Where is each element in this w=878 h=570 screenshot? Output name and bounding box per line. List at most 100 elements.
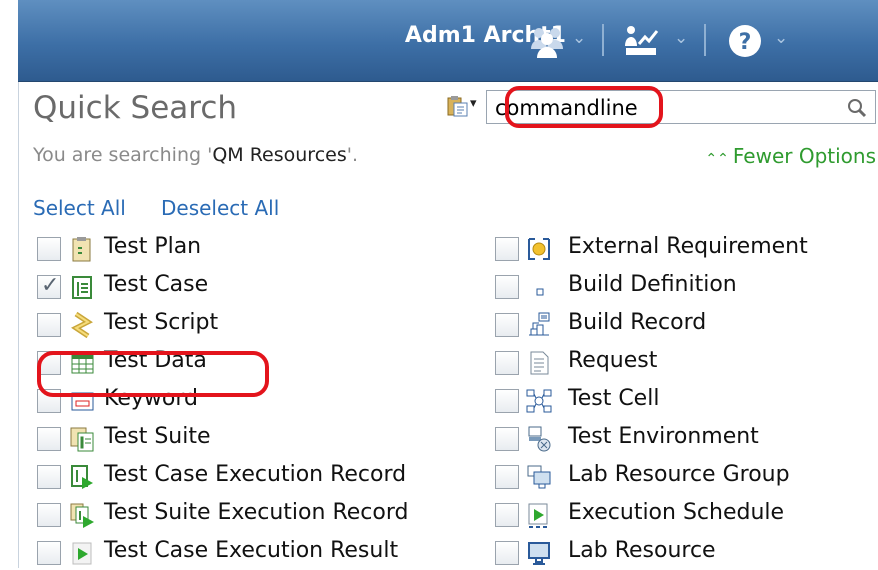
- option-test-case-execution-result[interactable]: Test Case Execution Result: [37, 536, 477, 570]
- option-label: Lab Resource: [568, 538, 716, 563]
- option-request[interactable]: Request: [495, 346, 875, 380]
- request-icon: [530, 351, 549, 375]
- option-test-cell[interactable]: Test Cell: [495, 384, 875, 418]
- svg-text:?: ?: [739, 30, 752, 55]
- test-case-execution-record-icon: [71, 465, 93, 489]
- option-label: Lab Resource Group: [568, 462, 790, 487]
- test-suite-execution-record-checkbox[interactable]: [37, 503, 61, 527]
- lab-resource-group-icon: [527, 465, 551, 489]
- header-bar: Adm1 Archt1 ⌄ ⌄ ? ⌄: [18, 0, 878, 82]
- test-script-checkbox[interactable]: [37, 313, 61, 337]
- double-chevron-up-icon: ⌃⌃: [705, 151, 729, 167]
- clipboard-icon[interactable]: [445, 94, 469, 118]
- fewer-options-link[interactable]: ⌃⌃ Fewer Options: [705, 144, 876, 168]
- search-box: [486, 90, 876, 124]
- option-label: Test Script: [104, 310, 219, 335]
- option-label: Test Case Execution Record: [104, 462, 407, 487]
- execution-schedule-icon: [528, 503, 548, 528]
- header-divider: [602, 24, 604, 56]
- option-test-suite[interactable]: Test Suite: [37, 422, 437, 456]
- option-lab-resource-group[interactable]: Lab Resource Group: [495, 460, 875, 494]
- option-label: Test Case Execution Result: [104, 538, 399, 563]
- test-plan-checkbox[interactable]: [37, 237, 61, 261]
- option-lab-resource[interactable]: Lab Resource: [495, 536, 875, 570]
- test-case-execution-result-icon: [72, 542, 92, 565]
- lab-resource-group-checkbox[interactable]: [495, 465, 519, 489]
- test-environment-icon: [528, 426, 551, 452]
- external-requirement-checkbox[interactable]: [495, 237, 519, 261]
- option-test-data[interactable]: Test Data: [37, 346, 437, 380]
- test-case-icon: [72, 276, 92, 299]
- fewer-options-label: Fewer Options: [732, 144, 876, 168]
- lab-resource-checkbox[interactable]: [495, 541, 519, 565]
- test-cell-icon: [526, 389, 552, 413]
- header-divider: [704, 24, 706, 56]
- keyword-checkbox[interactable]: [37, 389, 61, 413]
- option-label: Test Cell: [568, 386, 660, 411]
- option-label: External Requirement: [568, 234, 808, 259]
- option-build-record[interactable]: Build Record: [495, 308, 875, 342]
- option-external-requirement[interactable]: External Requirement: [495, 232, 875, 266]
- people-icon[interactable]: [528, 22, 566, 60]
- build-definition-checkbox[interactable]: [495, 275, 519, 299]
- option-test-case[interactable]: ✓ Test Case: [37, 270, 437, 304]
- test-data-icon: [71, 353, 94, 374]
- help-menu-chevron-down-icon[interactable]: ⌄: [774, 28, 788, 48]
- option-label: Build Record: [568, 310, 707, 335]
- option-label: Test Data: [104, 348, 207, 373]
- option-label: Test Suite Execution Record: [104, 500, 409, 525]
- test-suite-checkbox[interactable]: [37, 427, 61, 451]
- execution-schedule-checkbox[interactable]: [495, 503, 519, 527]
- test-script-icon: [71, 311, 93, 339]
- option-label: Test Plan: [104, 234, 202, 259]
- search-type-dropdown-icon[interactable]: ▾: [470, 96, 477, 111]
- checkmark-icon: ✓: [41, 273, 60, 298]
- option-label: Test Case: [104, 272, 209, 297]
- dashboard-icon[interactable]: [622, 22, 660, 60]
- option-keyword[interactable]: Keyword: [37, 384, 437, 418]
- test-case-checkbox[interactable]: ✓: [37, 273, 61, 299]
- build-record-icon: [529, 312, 550, 336]
- select-all-link[interactable]: Select All: [33, 196, 126, 220]
- option-label: Test Suite: [104, 424, 211, 449]
- help-icon[interactable]: ?: [726, 22, 764, 60]
- option-label: Request: [568, 348, 658, 373]
- option-test-suite-execution-record[interactable]: Test Suite Execution Record: [37, 498, 477, 532]
- option-test-environment[interactable]: Test Environment: [495, 422, 875, 456]
- keyword-icon: [71, 392, 94, 411]
- search-scope-text: You are searching 'QM Resources'.: [33, 144, 358, 166]
- test-case-execution-record-checkbox[interactable]: [37, 465, 61, 489]
- test-cell-checkbox[interactable]: [495, 389, 519, 413]
- option-label: Build Definition: [568, 272, 737, 297]
- request-checkbox[interactable]: [495, 351, 519, 375]
- option-execution-schedule[interactable]: Execution Schedule: [495, 498, 875, 532]
- search-input[interactable]: [495, 96, 825, 120]
- scope-name: QM Resources: [212, 144, 347, 166]
- people-menu-chevron-down-icon[interactable]: ⌄: [572, 28, 586, 48]
- option-label: Keyword: [104, 386, 198, 411]
- scope-prefix: You are searching ': [33, 144, 213, 166]
- build-record-checkbox[interactable]: [495, 313, 519, 337]
- option-test-plan[interactable]: Test Plan: [37, 232, 437, 266]
- quick-search-window: Adm1 Archt1 ⌄ ⌄ ? ⌄ Quick Search ▾ comma…: [0, 0, 878, 568]
- test-case-execution-result-checkbox[interactable]: [37, 541, 61, 565]
- option-test-script[interactable]: Test Script: [37, 308, 437, 342]
- deselect-all-link[interactable]: Deselect All: [161, 196, 279, 220]
- option-build-definition[interactable]: Build Definition: [495, 270, 875, 304]
- test-environment-checkbox[interactable]: [495, 427, 519, 451]
- external-requirement-icon: [528, 238, 550, 260]
- test-data-checkbox[interactable]: [37, 351, 61, 375]
- build-definition-icon: [536, 288, 544, 296]
- test-suite-icon: [70, 427, 94, 452]
- test-plan-icon: [72, 237, 91, 262]
- lab-resource-icon: [528, 542, 550, 565]
- page-title: Quick Search: [33, 90, 238, 126]
- option-label: Test Environment: [568, 424, 759, 449]
- search-icon[interactable]: [845, 96, 869, 120]
- option-test-case-execution-record[interactable]: Test Case Execution Record: [37, 460, 477, 494]
- dashboard-menu-chevron-down-icon[interactable]: ⌄: [674, 28, 688, 48]
- test-suite-execution-record-icon: [70, 503, 94, 528]
- quick-search-panel: Quick Search ▾ You are searching 'QM Res…: [18, 82, 878, 568]
- scope-suffix: '.: [346, 144, 358, 166]
- option-label: Execution Schedule: [568, 500, 785, 525]
